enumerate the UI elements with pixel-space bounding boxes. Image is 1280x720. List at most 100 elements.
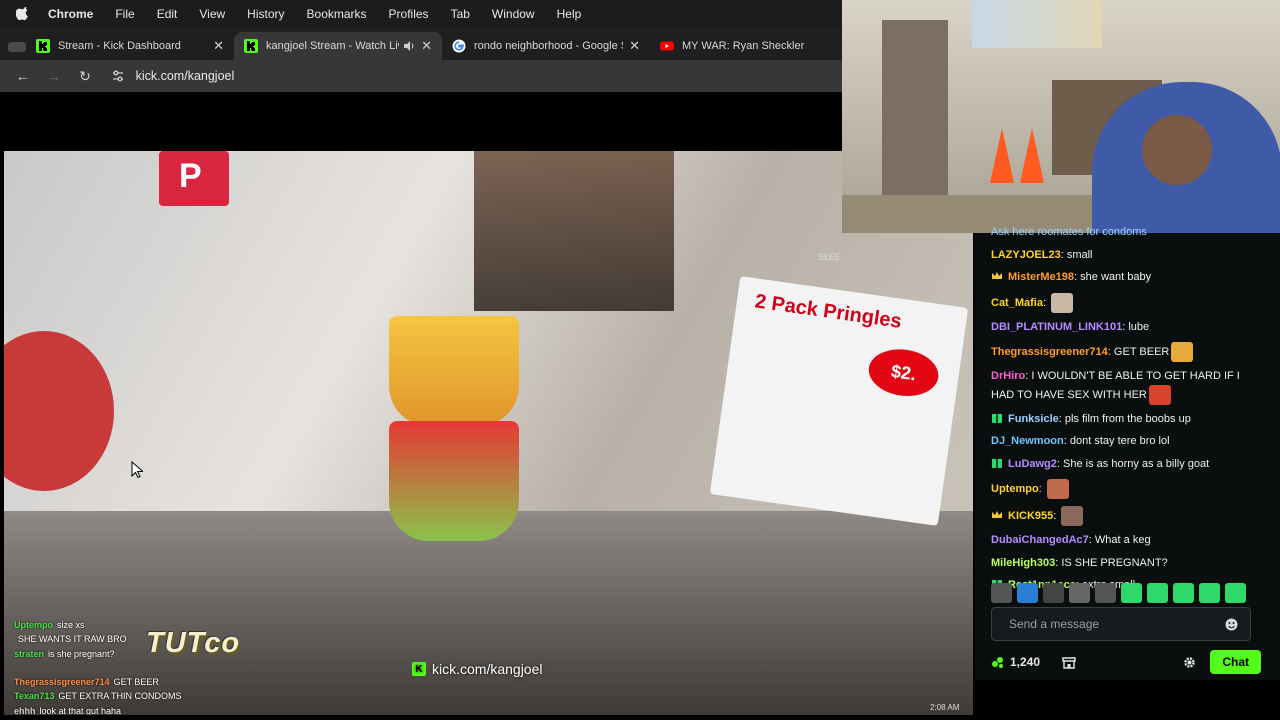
chat-messages: Ask here roomates for condoms LAZYJOEL23:… — [991, 226, 1261, 601]
chat-text: Ask here roomates for condoms — [991, 226, 1147, 238]
menu-help[interactable]: Help — [557, 7, 582, 21]
overlay-chat-line: ehhh look at that gut haha — [14, 704, 234, 715]
chat-username[interactable]: DubaiChangedAc7 — [991, 534, 1089, 546]
back-arrow-icon[interactable]: ← — [12, 65, 33, 87]
chat-message: Funksicle: pls film from the boobs up — [991, 412, 1261, 428]
menu-bookmarks[interactable]: Bookmarks — [307, 7, 367, 21]
kicks-icon — [992, 657, 1003, 668]
webcam-map — [972, 0, 1102, 48]
chat-send-button[interactable]: Chat — [1210, 650, 1261, 674]
chat-message: Ask here roomates for condoms — [991, 225, 1261, 241]
reload-icon[interactable]: ↻ — [74, 65, 95, 87]
video-timecode: 2:08 AM — [930, 703, 960, 712]
crown-icon — [992, 272, 1002, 279]
tab-google-search[interactable]: rondo neighborhood - Google Search ✕ — [442, 32, 650, 60]
apple-icon[interactable] — [16, 6, 30, 21]
chat-message-input[interactable]: Send a message — [991, 607, 1251, 641]
pringles-sign: 2 Pack Pringles $2. — [709, 276, 969, 526]
kicks-count: 1,240 — [1010, 655, 1041, 669]
overlay-chat-text: GET BEER — [113, 677, 159, 688]
chat-username[interactable]: KICK955 — [1008, 510, 1053, 522]
chat-username[interactable]: DrHiro — [991, 370, 1025, 382]
close-icon[interactable]: ✕ — [629, 38, 640, 54]
globe-emote[interactable] — [1017, 583, 1038, 603]
store-brand-letter: P — [179, 157, 202, 195]
menu-profiles[interactable]: Profiles — [389, 7, 429, 21]
emote-bar — [991, 583, 1246, 603]
chat-emote — [1046, 479, 1069, 499]
store-brand-sign: P — [159, 151, 229, 206]
chat-username[interactable]: MileHigh303 — [991, 557, 1055, 569]
kick-ghost-emote[interactable] — [1121, 583, 1142, 603]
chat-username[interactable]: Cat_Mafia — [991, 296, 1043, 308]
banned-texas-emote[interactable] — [1095, 583, 1116, 603]
chat-username[interactable]: LuDawg2 — [1008, 458, 1057, 470]
tab-kangjoel-stream[interactable]: kangjoel Stream - Watch Live ✕ — [234, 32, 442, 60]
chat-message: LAZYJOEL23: small — [991, 248, 1261, 264]
chat-username[interactable]: Uptempo — [991, 483, 1039, 495]
chat-separator: : — [1053, 509, 1060, 522]
chat-username[interactable]: MisterMe198 — [1008, 271, 1074, 283]
sign-title: 2 Pack Pringles — [753, 290, 904, 333]
kick-box-emote[interactable] — [1147, 583, 1168, 603]
close-icon[interactable]: ✕ — [421, 38, 432, 54]
address-bar[interactable]: kick.com/kangjoel — [110, 63, 842, 89]
chat-message: Uptempo: — [991, 479, 1261, 499]
kick-alien-emote[interactable] — [1225, 583, 1246, 603]
banned-emote[interactable] — [991, 583, 1012, 603]
menu-file[interactable]: File — [115, 7, 134, 21]
kick-chat-emote[interactable] — [1199, 583, 1220, 603]
overlay-chat-user: Thegrassisgreener714 — [14, 677, 110, 688]
chat-username[interactable]: Funksicle — [1008, 413, 1059, 425]
traffic-cone — [990, 128, 1014, 183]
gear-icon[interactable] — [1183, 656, 1196, 669]
chat-text: pls film from the boobs up — [1064, 412, 1191, 425]
chat-username[interactable]: Thegrassisgreener714 — [991, 346, 1108, 358]
chat-message: LuDawg2: She is as horny as a billy goat — [991, 457, 1261, 473]
tab-group-chip[interactable] — [8, 34, 26, 60]
tab-youtube[interactable]: MY WAR: Ryan Sheckler — [650, 32, 842, 60]
chat-username[interactable]: DBI_PLATINUM_LINK101 — [991, 321, 1122, 333]
chat-text: IS SHE PREGNANT? — [1061, 556, 1168, 569]
browser-tab-strip: Stream - Kick Dashboard ✕ kangjoel Strea… — [0, 27, 842, 60]
menu-window[interactable]: Window — [492, 7, 535, 21]
site-settings-icon[interactable] — [110, 68, 126, 84]
chat-message: MisterMe198: she want baby — [991, 270, 1261, 286]
chat-panel: Ask here roomates for condoms LAZYJOEL23:… — [975, 226, 1280, 680]
overlay-chat-text: SHE WANTS IT RAW BRO — [18, 634, 127, 645]
address-url: kick.com/kangjoel — [135, 69, 235, 83]
gift-icon — [992, 458, 1002, 468]
chat-emote — [1061, 506, 1084, 526]
menu-history[interactable]: History — [247, 7, 284, 21]
emoji-icon[interactable] — [1225, 618, 1238, 631]
store-sign-text: SLEE — [818, 252, 842, 262]
dark-emote[interactable] — [1043, 583, 1064, 603]
menu-tab[interactable]: Tab — [451, 7, 470, 21]
close-icon[interactable]: ✕ — [213, 38, 224, 54]
kick-icon — [244, 39, 258, 53]
menu-edit[interactable]: Edit — [157, 7, 178, 21]
chat-text: she want baby — [1080, 271, 1152, 283]
chat-separator: : — [1038, 482, 1045, 495]
speaker-icon[interactable] — [403, 40, 415, 52]
menu-chrome[interactable]: Chrome — [48, 7, 93, 21]
chat-username[interactable]: LAZYJOEL23 — [991, 249, 1061, 261]
menu-view[interactable]: View — [199, 7, 225, 21]
tab-kick-dashboard[interactable]: Stream - Kick Dashboard ✕ — [26, 32, 234, 60]
overlay-chat-text: is she pregnant? — [48, 648, 115, 659]
chat-message: DrHiro: I WOULDN'T BE ABLE TO GET HARD I… — [991, 369, 1261, 405]
chat-message: DJ_Newmoon: dont stay tere bro lol — [991, 434, 1261, 450]
kicks-balance[interactable]: 1,240 — [991, 655, 1040, 669]
store-icon[interactable] — [1062, 655, 1076, 669]
dark-emote-2[interactable] — [1069, 583, 1090, 603]
forward-arrow-icon[interactable]: → — [43, 65, 64, 87]
kick-skull-emote[interactable] — [1173, 583, 1194, 603]
webcam-feed — [842, 0, 1280, 233]
tutco-logo: TUTco — [146, 627, 241, 659]
chat-text: dont stay tere bro lol — [1069, 435, 1170, 447]
chat-username[interactable]: DJ_Newmoon — [991, 435, 1064, 447]
mouse-cursor-icon — [131, 461, 143, 479]
stream-watermark: K kick.com/kangjoel — [412, 661, 543, 677]
crown-icon — [992, 510, 1002, 518]
sign-price: $2. — [865, 345, 942, 401]
